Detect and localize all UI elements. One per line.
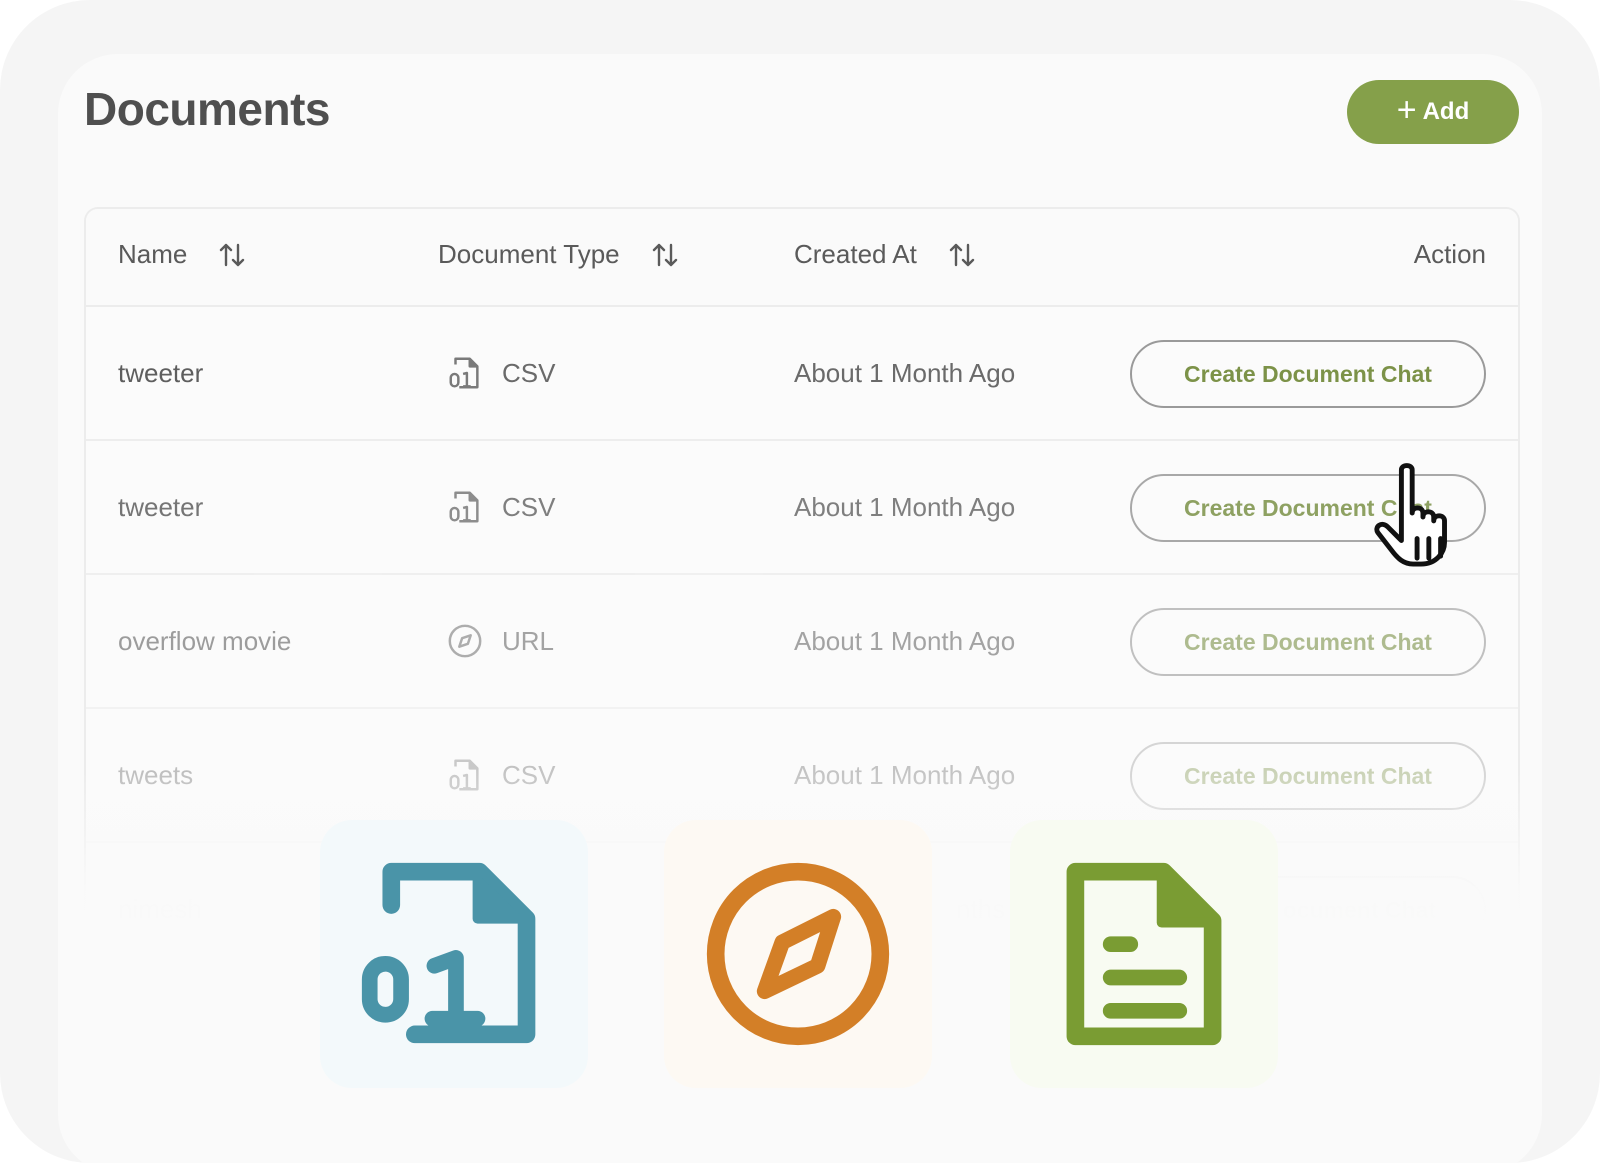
documents-table: Name Document Type Created At Action twe… [84, 207, 1520, 927]
pointer-hand-icon [1374, 463, 1447, 567]
column-header-name-label: Name [118, 239, 188, 269]
sort-icon[interactable] [650, 240, 680, 270]
document-name: tweeter [118, 491, 204, 522]
csv-tile [320, 820, 588, 1088]
table-header: Name Document Type Created At Action [86, 209, 1518, 307]
url-tile [664, 820, 932, 1088]
csv-file-icon [449, 491, 479, 523]
document-icon [1066, 862, 1222, 1046]
csv-file-icon [361, 862, 536, 1044]
plus-icon: + [1396, 91, 1417, 129]
table-row: tweeter CSV About 1 Month Ago Create Doc… [86, 441, 1518, 575]
add-button[interactable]: + Add [1347, 80, 1519, 144]
create-document-chat-button[interactable]: Create Document Chat [1130, 340, 1486, 408]
document-type-label: URL [502, 625, 555, 656]
document-type-label: CSV [502, 491, 556, 522]
column-header-action: Action [1414, 239, 1486, 270]
column-header-document-type-label: Document Type [438, 239, 620, 269]
column-header-name[interactable]: Name [118, 239, 247, 270]
document-type-label: CSV [502, 357, 556, 388]
compass-icon [448, 624, 482, 658]
create-document-chat-button[interactable]: Create Document Chat [1130, 608, 1486, 676]
document-type: URL [446, 575, 554, 707]
sort-icon[interactable] [947, 240, 977, 270]
document-name: nimesh [118, 893, 202, 924]
table-row: overflow movie URL About 1 Month Ago Cre… [86, 575, 1518, 709]
created-at: About 1 Month Ago [794, 491, 1016, 522]
created-at: About 1 Month Ago [794, 625, 1016, 656]
column-header-created-at[interactable]: Created At [794, 239, 977, 270]
document-type: CSV [446, 307, 555, 439]
table-row: tweeter CSV About 1 Month Ago Create Doc… [86, 307, 1518, 441]
column-header-document-type[interactable]: Document Type [438, 239, 680, 270]
document-type: CSV [446, 441, 555, 573]
document-type-label: CSV [502, 759, 556, 790]
add-button-label: Add [1422, 98, 1470, 125]
column-header-created-at-label: Created At [794, 239, 917, 269]
page-title: Documents [84, 83, 330, 135]
document-name: tweets [118, 759, 194, 790]
column-header-action-label: Action [1413, 239, 1486, 269]
document-name: overflow movie [118, 625, 292, 656]
csv-file-icon [449, 759, 479, 791]
created-at: About 1 Month Ago [794, 357, 1016, 388]
document-tile [1010, 820, 1278, 1088]
create-document-chat-button[interactable]: Create Document Chat [1130, 742, 1486, 810]
document-name: tweeter [118, 357, 204, 388]
sort-icon[interactable] [217, 240, 247, 270]
csv-file-icon [449, 357, 479, 389]
compass-icon [706, 862, 890, 1046]
